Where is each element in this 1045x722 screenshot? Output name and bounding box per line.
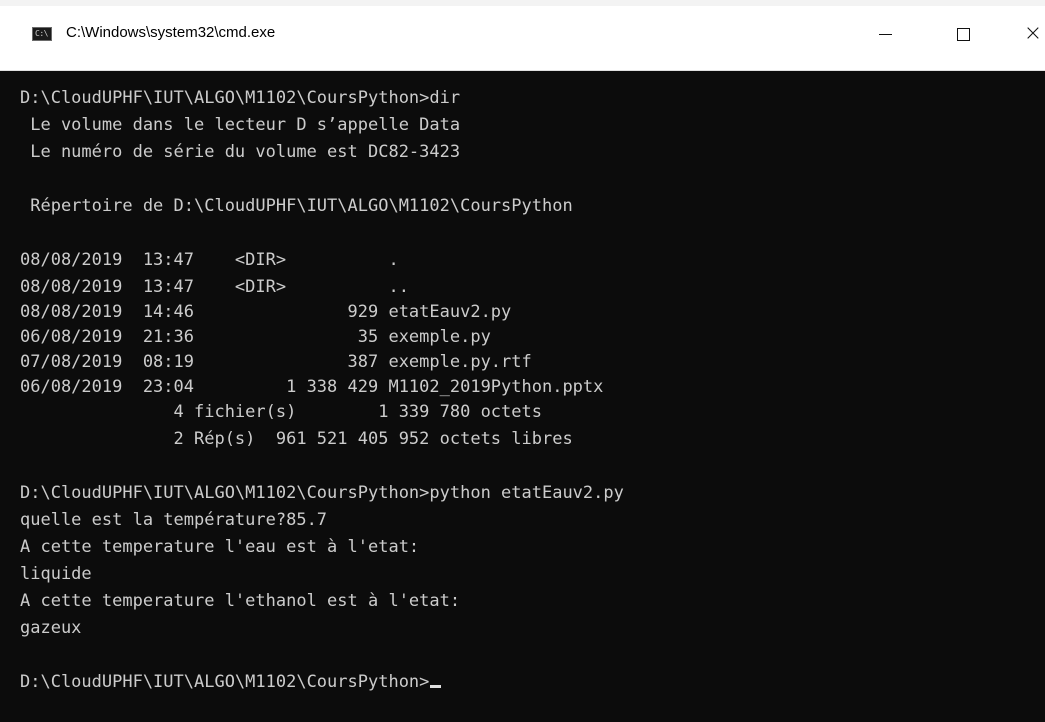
console-line: quelle est la température?85.7 (20, 510, 328, 530)
cmd-app-icon-text: C:\ (35, 29, 48, 38)
text-cursor (430, 685, 442, 688)
console-line: 2 Rép(s) 961 521 405 952 octets libres (20, 429, 573, 449)
console-line: 08/08/2019 13:47 <DIR> .. (20, 277, 409, 297)
close-icon: × (1023, 21, 1043, 46)
console-output[interactable]: D:\CloudUPHF\IUT\ALGO\M1102\CoursPython>… (0, 71, 1045, 722)
console-line: D:\CloudUPHF\IUT\ALGO\M1102\CoursPython>… (20, 483, 624, 503)
console-line: Le volume dans le lecteur D s’appelle Da… (20, 115, 461, 135)
console-line: 07/08/2019 08:19 387 exemple.py.rtf (20, 352, 532, 372)
title-bar[interactable]: C:\ C:\Windows\system32\cmd.exe × (0, 0, 1045, 71)
console-line: Répertoire de D:\CloudUPHF\IUT\ALGO\M110… (20, 196, 573, 216)
console-line: Le numéro de série du volume est DC82-34… (20, 142, 461, 162)
console-line: A cette temperature l'eau est à l'etat: (20, 537, 420, 557)
console-line: gazeux (20, 618, 82, 638)
console-line: liquide (20, 564, 92, 584)
minimize-button[interactable] (862, 8, 908, 60)
window-title: C:\Windows\system32\cmd.exe (66, 24, 276, 41)
console-line: 08/08/2019 13:47 <DIR> . (20, 250, 399, 270)
console-line: D:\CloudUPHF\IUT\ALGO\M1102\CoursPython>… (20, 88, 461, 108)
console-line: 4 fichier(s) 1 339 780 octets (20, 402, 542, 422)
console-line: 06/08/2019 21:36 35 exemple.py (20, 327, 491, 347)
command-prompt-line[interactable]: D:\CloudUPHF\IUT\ALGO\M1102\CoursPython> (20, 670, 442, 694)
title-bar-top-strip (0, 0, 1045, 6)
console-line: A cette temperature l'ethanol est à l'et… (20, 591, 461, 611)
command-prompt: D:\CloudUPHF\IUT\ALGO\M1102\CoursPython> (20, 672, 430, 692)
minimize-icon (878, 33, 892, 35)
cmd-window: C:\ C:\Windows\system32\cmd.exe × D:\Clo… (0, 0, 1045, 722)
console-line: 08/08/2019 14:46 929 etatEauv2.py (20, 302, 512, 322)
cmd-app-icon[interactable]: C:\ (32, 27, 52, 41)
maximize-button[interactable] (940, 8, 986, 60)
maximize-icon (956, 27, 970, 41)
console-line: 06/08/2019 23:04 1 338 429 M1102_2019Pyt… (20, 377, 604, 397)
close-button[interactable]: × (1010, 8, 1045, 60)
